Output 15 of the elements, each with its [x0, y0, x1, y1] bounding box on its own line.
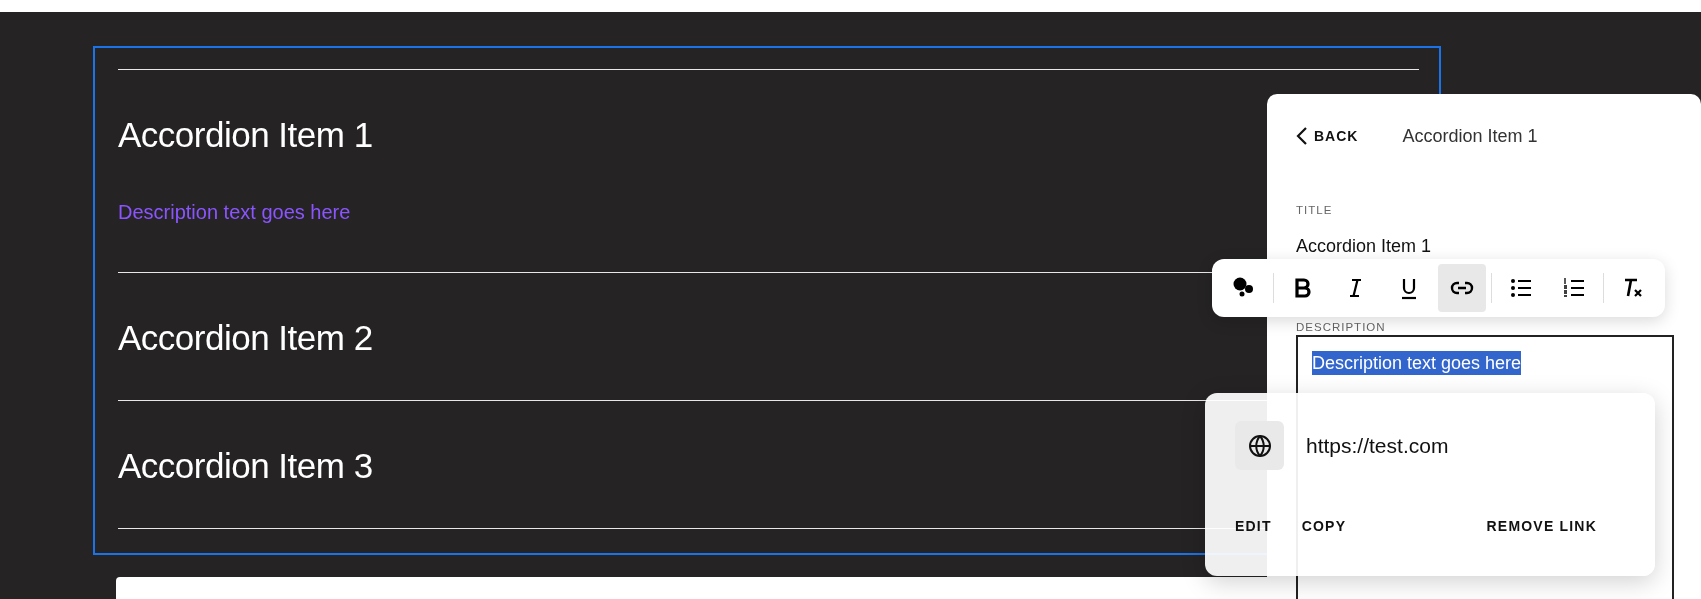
title-field[interactable]: Accordion Item 1	[1296, 236, 1432, 257]
selected-text: Description text goes here	[1312, 351, 1522, 375]
accordion-item-description: Description text goes here	[118, 201, 351, 224]
field-label: DESCRIPTION	[1296, 321, 1386, 333]
accordion-item-title[interactable]: Accordion Item 3	[118, 401, 373, 486]
remove-link-button[interactable]: REMOVE LINK	[1486, 518, 1597, 534]
back-button[interactable]: BACK	[1296, 126, 1359, 146]
link-button[interactable]	[1438, 264, 1486, 312]
chevron-left-icon	[1296, 126, 1308, 146]
globe-icon	[1235, 421, 1284, 470]
edit-button[interactable]: EDIT	[1235, 518, 1272, 534]
accordion-item-title[interactable]: Accordion Item 1	[118, 70, 373, 155]
copy-button[interactable]: COPY	[1301, 518, 1347, 534]
accordion-item-title[interactable]: Accordion Item 2	[118, 273, 373, 358]
field-label: TITLE	[1296, 204, 1333, 216]
